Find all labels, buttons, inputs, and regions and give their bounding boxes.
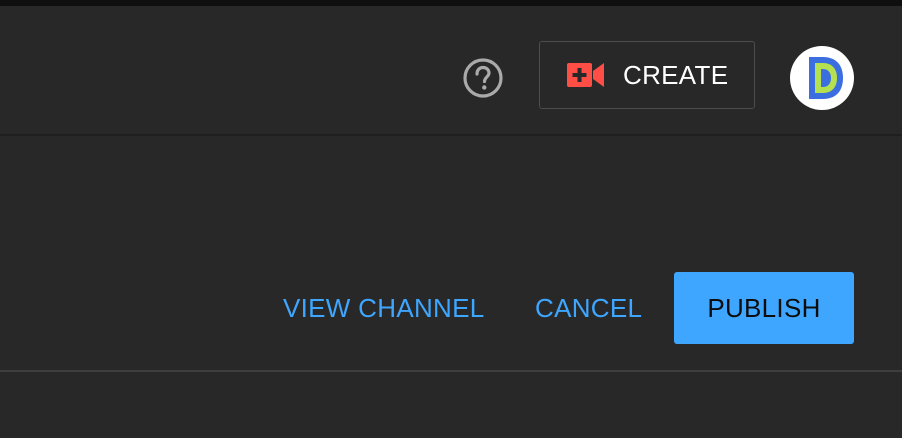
help-button[interactable] <box>460 55 506 101</box>
create-button-label: CREATE <box>623 59 729 90</box>
help-circle-icon <box>463 58 503 98</box>
avatar[interactable] <box>790 46 854 110</box>
footer-area <box>0 372 902 438</box>
channel-avatar-icon <box>809 57 843 99</box>
publish-button[interactable]: PUBLISH <box>674 272 854 344</box>
cancel-button[interactable]: CANCEL <box>535 282 642 334</box>
video-camera-plus-icon <box>567 63 604 87</box>
studio-header: CREATE <box>0 6 902 136</box>
create-button[interactable]: CREATE <box>539 41 755 109</box>
view-channel-button[interactable]: VIEW CHANNEL <box>283 282 485 334</box>
